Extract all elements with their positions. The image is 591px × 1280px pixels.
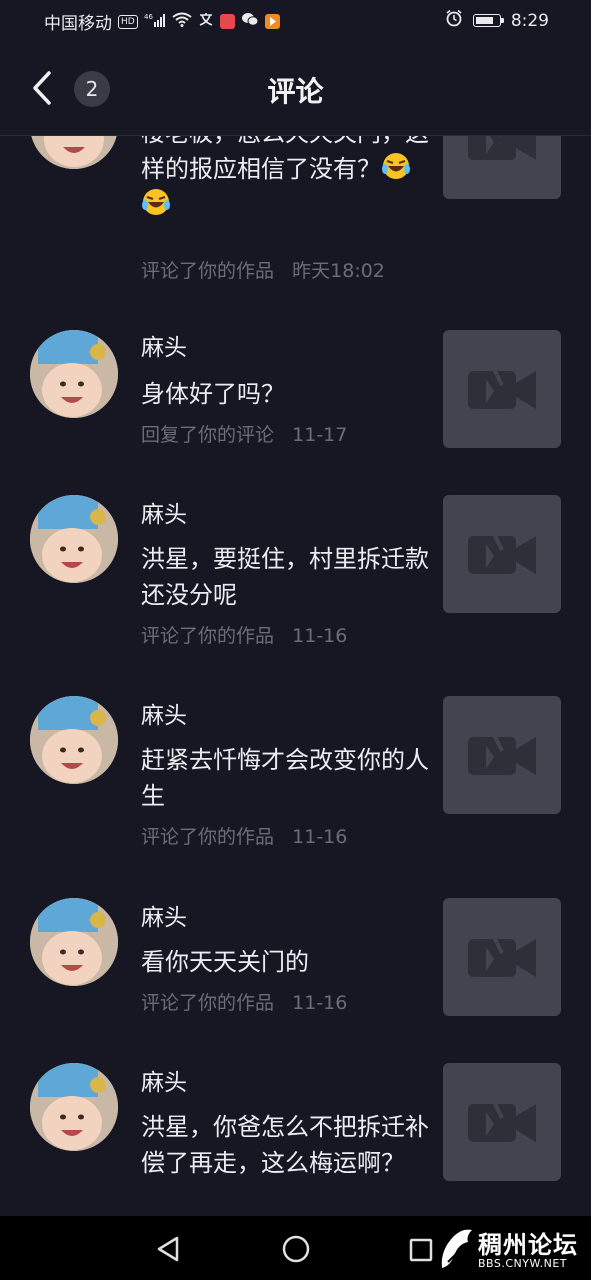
comment-text: 身体好了吗？ [141, 380, 285, 408]
alarm-icon [445, 9, 463, 32]
avatar[interactable] [30, 136, 118, 169]
comment-action: 评论了你的作品 [141, 826, 275, 848]
comment-item[interactable]: 麻头 赶紧去忏悔才会改变你的人生 评论了你的作品 11-16 [0, 696, 591, 856]
comment-meta: 回复了你的评论 11-17 [141, 421, 347, 449]
comment-time: 11-16 [292, 625, 348, 647]
forum-logo-icon [441, 1229, 472, 1268]
nav-home-button[interactable] [280, 1233, 312, 1269]
comment-meta: 评论了你的作品 昨天18:02 [141, 257, 385, 285]
comment-text: 楼老板，怎么天天关门，这样的报应相信了没有？ [141, 136, 431, 241]
rofl-emoji-icon [382, 153, 410, 179]
video-app-icon [264, 14, 280, 29]
comment-item[interactable]: 麻头 洪星，你爸怎么不把拆迁补偿了再走，这么梅运啊？ [0, 1063, 591, 1216]
page-header: 2 评论 [0, 40, 591, 136]
video-camera-icon [468, 734, 536, 775]
commenter-name[interactable]: 麻头 [141, 902, 187, 934]
comment-text: 洪星，你爸怎么不把拆迁补偿了再走，这么梅运啊？ [141, 1113, 429, 1177]
signal-icon: 46 [144, 13, 166, 31]
comment-item[interactable]: 楼老板，怎么天天关门，这样的报应相信了没有？ 评论了你的作品 昨天18:02 [0, 136, 591, 282]
comment-text: 洪星，要挺住，村里拆迁款还没分呢 [141, 545, 429, 609]
status-bar: 中国移动 HD 46 8:29 [0, 0, 591, 40]
avatar[interactable] [30, 696, 118, 784]
comment-item[interactable]: 麻头 洪星，要挺住，村里拆迁款还没分呢 评论了你的作品 11-16 [0, 495, 591, 655]
comment-time: 11-17 [292, 424, 348, 446]
nav-back-button[interactable] [153, 1234, 183, 1268]
wechat-icon [241, 12, 259, 31]
video-camera-icon [468, 368, 536, 409]
svg-text:46: 46 [144, 13, 153, 21]
page-title: 评论 [267, 75, 324, 108]
video-thumbnail[interactable] [443, 898, 561, 1016]
avatar[interactable] [30, 1063, 118, 1151]
circle-home-icon [282, 1235, 310, 1263]
comment-action: 评论了你的作品 [141, 992, 275, 1014]
comment-time: 11-16 [292, 826, 348, 848]
carrier-label: 中国移动 [44, 14, 112, 34]
watermark-url: BBS.CNYW.NET [478, 1257, 568, 1270]
video-thumbnail[interactable] [443, 330, 561, 448]
translate-icon [198, 12, 214, 31]
triangle-back-icon [157, 1236, 179, 1262]
watermark-title: 稠州论坛 [478, 1231, 578, 1259]
avatar[interactable] [30, 330, 118, 418]
comment-time: 昨天18:02 [292, 260, 385, 282]
square-recents-icon [409, 1238, 433, 1262]
comment-text: 看你天天关门的 [141, 948, 309, 976]
video-thumbnail[interactable] [443, 696, 561, 814]
video-camera-icon [468, 136, 536, 160]
hd-icon: HD [118, 14, 138, 29]
app-notification-icon [219, 14, 235, 29]
commenter-name[interactable]: 麻头 [141, 1067, 187, 1099]
comment-action: 评论了你的作品 [141, 260, 275, 282]
comment-item[interactable]: 麻头 身体好了吗？ 回复了你的评论 11-17 [0, 330, 591, 460]
comment-action: 评论了你的作品 [141, 625, 275, 647]
rofl-emoji-icon [142, 189, 170, 215]
comment-text: 赶紧去忏悔才会改变你的人生 [141, 746, 429, 810]
commenter-name[interactable]: 麻头 [141, 499, 187, 531]
video-camera-icon [468, 533, 536, 574]
comment-meta: 评论了你的作品 11-16 [141, 622, 347, 650]
video-thumbnail[interactable] [443, 1063, 561, 1181]
video-thumbnail[interactable] [443, 136, 561, 199]
battery-icon [472, 14, 504, 27]
video-thumbnail[interactable] [443, 495, 561, 613]
wifi-icon [172, 12, 192, 31]
clock-time: 8:29 [510, 10, 549, 31]
commenter-name[interactable]: 麻头 [141, 700, 187, 732]
comment-action: 回复了你的评论 [141, 424, 275, 446]
forum-watermark: 稠州论坛 BBS.CNYW.NET [438, 1224, 591, 1276]
comment-meta: 评论了你的作品 11-16 [141, 989, 347, 1017]
comment-meta: 评论了你的作品 11-16 [141, 823, 347, 851]
avatar[interactable] [30, 898, 118, 986]
commenter-name[interactable]: 麻头 [141, 332, 187, 364]
comment-time: 11-16 [292, 992, 348, 1014]
video-camera-icon [468, 936, 536, 977]
comment-item[interactable]: 麻头 看你天天关门的 评论了你的作品 11-16 [0, 898, 591, 1028]
video-camera-icon [468, 1101, 536, 1142]
comment-list[interactable]: 楼老板，怎么天天关门，这样的报应相信了没有？ 评论了你的作品 昨天18:02 [0, 136, 591, 1216]
avatar[interactable] [30, 495, 118, 583]
nav-recents-button[interactable] [409, 1238, 433, 1266]
